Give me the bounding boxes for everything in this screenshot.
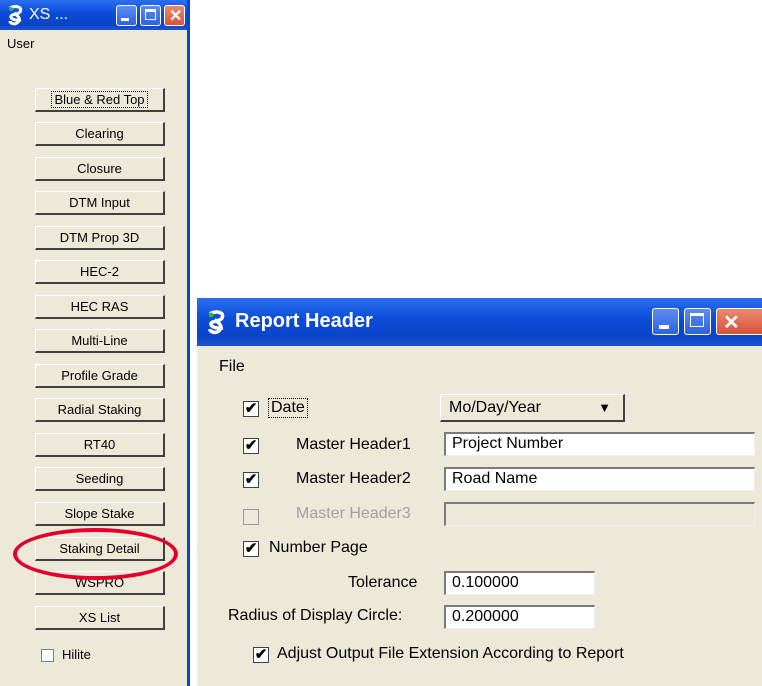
number-page-checkbox[interactable]: ✔ (243, 541, 259, 557)
report-header-window: Report Header ✕ File ✔ Date Mo/Day/Year … (197, 298, 762, 686)
xs-list-button[interactable]: XS List (35, 606, 165, 630)
close-icon: ✕ (169, 8, 183, 25)
hilite-checkbox[interactable] (41, 649, 54, 662)
dtm-input-button[interactable]: DTM Input (35, 191, 165, 215)
master-header2-checkbox[interactable]: ✔ (243, 472, 259, 488)
xs-window: XS ... ✕ User Blue & Red Top Clearing Cl… (0, 0, 190, 686)
minimize-icon (659, 325, 669, 329)
highlight-ellipse (13, 528, 178, 580)
number-page-label: Number Page (269, 539, 368, 556)
blue-red-top-button[interactable]: Blue & Red Top (35, 88, 165, 112)
app-logo-icon (6, 4, 26, 26)
clearing-button[interactable]: Clearing (35, 122, 165, 146)
xs-title-bar[interactable]: XS ... ✕ (0, 0, 187, 30)
report-header-title: Report Header (235, 310, 373, 332)
master-header1-checkbox[interactable]: ✔ (243, 438, 259, 454)
master-header3-label: Master Header3 (296, 505, 411, 522)
dtm-prop-3d-button[interactable]: DTM Prop 3D (35, 226, 165, 250)
master-header1-label: Master Header1 (296, 436, 411, 453)
xs-menu-bar: User (0, 34, 187, 54)
maximize-icon (145, 9, 156, 20)
master-header1-field[interactable]: Project Number (444, 432, 755, 456)
master-header2-label: Master Header2 (296, 470, 411, 487)
master-header2-field[interactable]: Road Name (444, 467, 755, 491)
date-format-dropdown[interactable]: Mo/Day/Year ▼ (440, 394, 625, 422)
minimize-button[interactable] (116, 5, 137, 26)
hec-2-button[interactable]: HEC-2 (35, 260, 165, 284)
radial-staking-button[interactable]: Radial Staking (35, 398, 165, 422)
rt40-button[interactable]: RT40 (35, 433, 165, 457)
chevron-down-icon: ▼ (598, 400, 611, 415)
hilite-label: Hilite (62, 647, 91, 662)
tolerance-field[interactable]: 0.100000 (444, 571, 595, 595)
master-header3-checkbox[interactable] (243, 509, 259, 525)
maximize-button[interactable] (684, 308, 711, 335)
adjust-extension-label: Adjust Output File Extension According t… (277, 645, 624, 662)
report-menu-bar: File (197, 354, 762, 380)
date-checkbox[interactable]: ✔ (243, 401, 259, 417)
close-button[interactable]: ✕ (164, 5, 185, 26)
menu-file[interactable]: File (219, 358, 245, 376)
radius-label: Radius of Display Circle: (228, 607, 403, 624)
app-logo-icon (205, 309, 229, 335)
maximize-icon (690, 313, 704, 327)
xs-window-title: XS ... (29, 6, 69, 23)
close-button[interactable]: ✕ (716, 308, 762, 335)
date-label: Date (268, 398, 308, 418)
maximize-button[interactable] (140, 5, 161, 26)
seeding-button[interactable]: Seeding (35, 467, 165, 491)
minimize-icon (121, 18, 129, 21)
menu-user[interactable]: User (7, 36, 34, 51)
radius-field[interactable]: 0.200000 (444, 605, 595, 629)
multi-line-button[interactable]: Multi-Line (35, 329, 165, 353)
closure-button[interactable]: Closure (35, 157, 165, 181)
hec-ras-button[interactable]: HEC RAS (35, 295, 165, 319)
slope-stake-button[interactable]: Slope Stake (35, 502, 165, 526)
report-header-title-bar[interactable]: Report Header ✕ (197, 298, 762, 346)
adjust-extension-checkbox[interactable]: ✔ (253, 647, 269, 663)
date-format-value: Mo/Day/Year (449, 399, 541, 416)
tolerance-label: Tolerance (348, 574, 418, 591)
master-header3-field[interactable] (444, 502, 755, 526)
profile-grade-button[interactable]: Profile Grade (35, 364, 165, 388)
close-icon: ✕ (723, 312, 740, 334)
minimize-button[interactable] (652, 308, 679, 335)
